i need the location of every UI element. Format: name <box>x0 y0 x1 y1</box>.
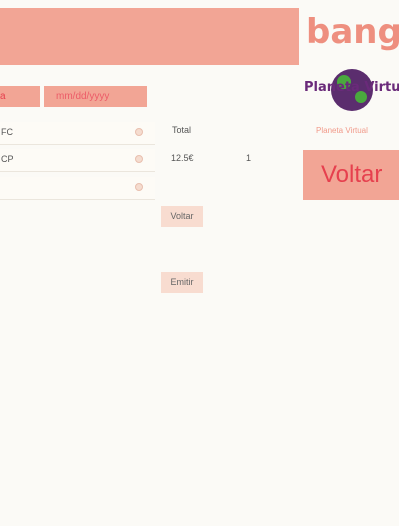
header-bar <box>0 8 299 65</box>
planeta-virtual-logo: Planeta Virtual <box>304 67 399 113</box>
total-value: 12.5€ <box>171 153 194 163</box>
emitir-button[interactable]: Emitir <box>161 272 203 293</box>
quantity-value: 1 <box>246 153 252 163</box>
voltar-big-button[interactable]: Voltar <box>303 150 399 200</box>
brand-title: bang <box>306 12 399 52</box>
end-date-field[interactable]: mm/dd/yyyy <box>44 86 147 107</box>
logo-caption: Planeta Virtual <box>316 126 368 135</box>
logo-text: Planeta Virtual <box>304 80 399 95</box>
voltar-button[interactable]: Voltar <box>161 206 203 227</box>
list-item[interactable] <box>0 177 155 200</box>
start-date-field[interactable]: a <box>0 86 40 107</box>
radio-button[interactable] <box>135 128 143 136</box>
radio-button[interactable] <box>135 183 143 191</box>
list-item[interactable]: CP <box>0 149 155 172</box>
radio-button[interactable] <box>135 155 143 163</box>
list-item[interactable]: FC <box>0 122 155 145</box>
list-item-label: FC <box>1 127 13 137</box>
list-item-label: CP <box>1 154 14 164</box>
total-label: Total <box>172 125 192 135</box>
